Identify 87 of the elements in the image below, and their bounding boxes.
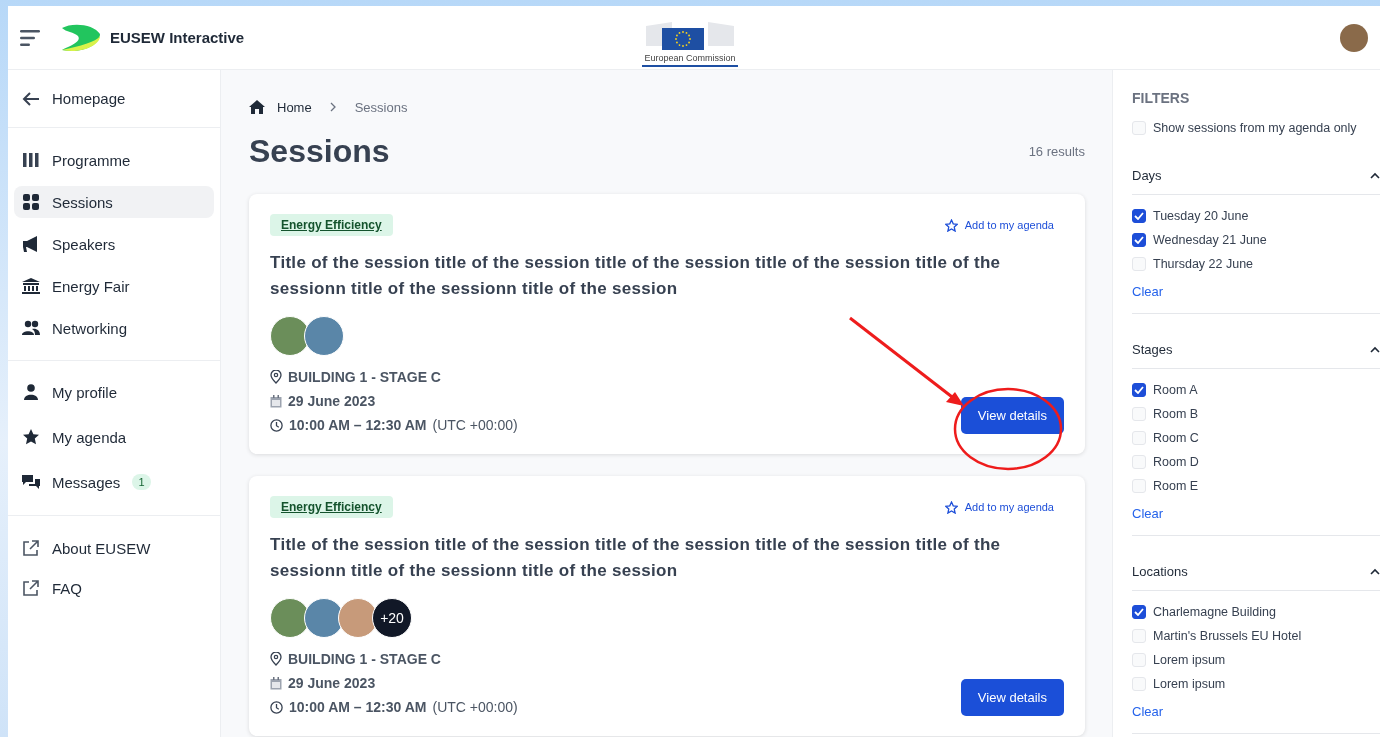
session-time: 10:00 AM – 12:30 AM [289, 417, 427, 433]
collapse-chevron-icon[interactable] [1370, 568, 1380, 575]
arrow-left-icon [22, 90, 40, 107]
checkbox[interactable] [1132, 605, 1146, 619]
sidebar-item[interactable]: Sessions [14, 186, 214, 218]
filter-group-title: Stages [1132, 342, 1173, 357]
menu-icon[interactable] [20, 29, 40, 46]
results-count: 16 results [1028, 143, 1085, 159]
columns-icon [22, 152, 40, 168]
checkbox[interactable] [1132, 383, 1146, 397]
bank-icon [22, 278, 40, 294]
topic-tag[interactable]: Energy Efficiency [270, 214, 393, 236]
session-title[interactable]: Title of the session title of the session title of the session title of the session title of the sessionn title of the sessionn title of the session [270, 532, 1064, 584]
filter-group-title: Locations [1132, 564, 1188, 579]
add-to-agenda-link[interactable]: Add to my agenda [944, 218, 1054, 232]
checkbox-label[interactable]: Martin's Brussels EU Hotel [1153, 629, 1302, 643]
view-details-button[interactable]: View details [960, 397, 1064, 434]
homepage-link[interactable]: Homepage [22, 90, 126, 107]
external-link-icon [22, 580, 40, 596]
sidebar-item[interactable]: Messages 1 [14, 466, 214, 498]
calendar-icon [270, 394, 282, 408]
breadcrumb-link[interactable]: Home [277, 99, 312, 115]
checkbox-label[interactable]: Wednesday 21 June [1153, 233, 1267, 247]
clear-link[interactable]: Clear [1132, 506, 1380, 521]
checkbox-label[interactable]: Lorem ipsum [1153, 677, 1226, 691]
session-date: 29 June 2023 [288, 393, 376, 409]
checkbox-label[interactable]: Lorem ipsum [1153, 653, 1226, 667]
megaphone-icon [22, 236, 40, 252]
star-outline-icon [944, 500, 958, 514]
location-pin-icon [270, 370, 282, 384]
session-timezone: (UTC +00:00) [432, 699, 518, 715]
session-time: 10:00 AM – 12:30 AM [289, 699, 427, 715]
session-date: 29 June 2023 [288, 675, 376, 691]
user-avatar[interactable] [1340, 23, 1368, 52]
message-count: 1 [132, 474, 151, 490]
home-icon[interactable] [249, 100, 265, 114]
star-icon [22, 429, 40, 445]
logo-icon [60, 23, 102, 52]
star-outline-icon [944, 218, 958, 232]
session-location: BUILDING 1 - STAGE C [288, 651, 441, 667]
checkbox[interactable] [1132, 209, 1146, 223]
checkbox-label[interactable]: Room C [1153, 431, 1199, 445]
chevron-icon [329, 102, 337, 112]
calendar-icon [270, 676, 282, 690]
topic-tag[interactable]: Energy Efficiency [270, 496, 393, 518]
clock-icon [270, 418, 283, 432]
checkbox-label[interactable]: Charlemagne Building [1153, 605, 1276, 619]
sidebar-item[interactable]: Programme [14, 144, 214, 176]
filter-group-title: Days [1132, 168, 1162, 183]
logo-caption: European Commission [642, 52, 738, 67]
grid-icon [22, 194, 40, 210]
clock-icon [270, 700, 283, 714]
checkbox-label[interactable]: Room A [1153, 383, 1198, 397]
location-pin-icon [270, 652, 282, 666]
checkbox-label[interactable]: Tuesday 20 June [1153, 209, 1249, 223]
view-details-button[interactable]: View details [960, 679, 1064, 716]
clear-link[interactable]: Clear [1132, 284, 1380, 299]
speaker-photo-placeholder [304, 316, 344, 356]
sidebar-item[interactable]: Speakers [14, 228, 214, 260]
sidebar-item[interactable]: Energy Fair [14, 270, 214, 302]
clear-link[interactable]: Clear [1132, 704, 1380, 719]
add-to-agenda-link[interactable]: Add to my agenda [944, 500, 1054, 514]
sidebar-item[interactable]: FAQ [14, 572, 214, 604]
sidebar-item[interactable]: Networking [14, 312, 214, 344]
checkbox-label[interactable]: Room B [1153, 407, 1199, 421]
more-speakers-count: +20 [372, 598, 412, 638]
people-icon [22, 320, 40, 336]
collapse-chevron-icon[interactable] [1370, 172, 1380, 179]
chat-bubbles-icon [22, 474, 40, 490]
sidebar-item[interactable]: My profile [14, 376, 214, 408]
collapse-chevron-icon[interactable] [1370, 346, 1380, 353]
external-link-icon [22, 540, 40, 556]
session-location: BUILDING 1 - STAGE C [288, 369, 441, 385]
sidebar-item[interactable]: My agenda [14, 421, 214, 453]
filters-heading: FILTERS [1132, 90, 1191, 106]
checkbox-label[interactable]: Room D [1153, 455, 1199, 469]
sidebar-item[interactable]: About EUSEW [14, 532, 214, 564]
checkbox-label[interactable]: Show sessions from my agenda only [1153, 121, 1357, 135]
checkbox-label[interactable]: Thursday 22 June [1153, 257, 1254, 271]
session-title[interactable]: Title of the session title of the session title of the session title of the session title of the sessionn title of the sessionn title of the session [270, 250, 1064, 302]
session-timezone: (UTC +00:00) [432, 417, 518, 433]
checkbox[interactable] [1132, 233, 1146, 247]
breadcrumb-current: Sessions [354, 99, 408, 115]
brand-name: EUSEW Interactive [110, 29, 245, 46]
page-title: Sessions [249, 132, 390, 170]
checkbox-label[interactable]: Room E [1153, 479, 1199, 493]
person-icon [22, 384, 40, 400]
